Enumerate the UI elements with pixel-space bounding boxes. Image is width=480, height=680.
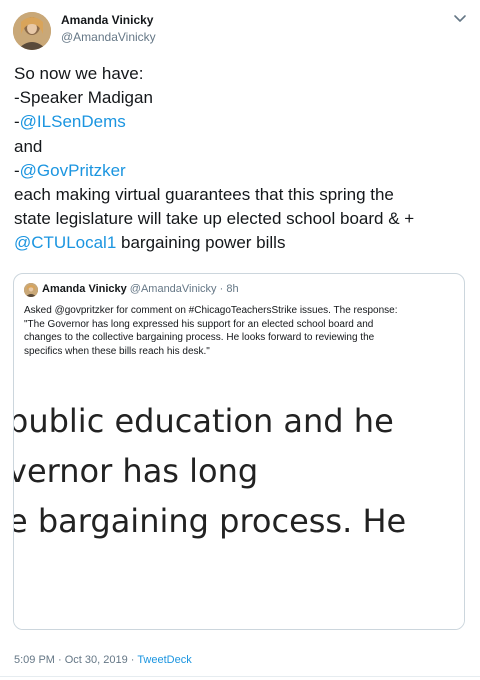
- quoted-text-line: specifics when these bills reach his des…: [24, 345, 210, 357]
- quoted-text-line: Asked @govpritzker for comment on #Chica…: [24, 305, 398, 316]
- tweet-line: -@GovPritzker: [14, 159, 474, 183]
- author-handle[interactable]: @AmandaVinicky: [61, 30, 156, 44]
- tweet-line: state legislature will take up elected s…: [14, 209, 415, 229]
- tweet-line: each making virtual guarantees that this…: [14, 185, 394, 205]
- tweet-line: @CTULocal1 bargaining power bills: [14, 231, 474, 255]
- tweet-text-suffix: bargaining power bills: [116, 233, 286, 253]
- divider: [0, 676, 480, 677]
- quoted-text-line: changes to the collective bargaining pro…: [24, 332, 375, 344]
- quoted-author-name: Amanda Vinicky: [42, 283, 127, 295]
- quoted-header: Amanda Vinicky @AmandaVinicky · 8h: [42, 283, 239, 295]
- quoted-tweet[interactable]: Amanda Vinicky @AmandaVinicky · 8h Asked …: [13, 273, 465, 630]
- tweet-text: So now we have: -Speaker Madigan -@ILSen…: [14, 62, 474, 256]
- quoted-text: Asked @govpritzker for comment on #Chica…: [24, 304, 456, 358]
- mention-ilsendems[interactable]: @ILSenDems: [20, 112, 126, 131]
- mention-ctulocal1[interactable]: @CTULocal1: [14, 233, 116, 252]
- image-text-line: e bargaining process. He: [14, 502, 407, 540]
- image-text-line: public education and he: [14, 402, 394, 440]
- tweet-line: -Speaker Madigan: [14, 88, 153, 108]
- quoted-author-avatar: [24, 283, 38, 297]
- tweet-line: So now we have:: [14, 64, 144, 83]
- tweet: Amanda Vinicky @AmandaVinicky So now we …: [0, 0, 480, 680]
- timestamp[interactable]: 5:09 PM · Oct 30, 2019 ·: [14, 654, 137, 666]
- quoted-author-handle: @AmandaVinicky · 8h: [129, 283, 239, 295]
- quoted-image[interactable]: public education and he vernor has long …: [14, 372, 464, 629]
- mention-govpritzker[interactable]: @GovPritzker: [20, 161, 126, 180]
- source-link[interactable]: TweetDeck: [137, 654, 191, 666]
- tweet-line: and: [14, 136, 43, 156]
- quoted-text-line: "The Governor has long expressed his sup…: [24, 318, 374, 330]
- tweet-line: -@ILSenDems: [14, 110, 474, 134]
- author-avatar[interactable]: [13, 12, 51, 50]
- author-name[interactable]: Amanda Vinicky: [61, 13, 153, 27]
- image-text-line: vernor has long: [14, 452, 259, 490]
- tweet-footer: 5:09 PM · Oct 30, 2019 · TweetDeck: [14, 654, 192, 666]
- chevron-down-icon[interactable]: [452, 10, 468, 26]
